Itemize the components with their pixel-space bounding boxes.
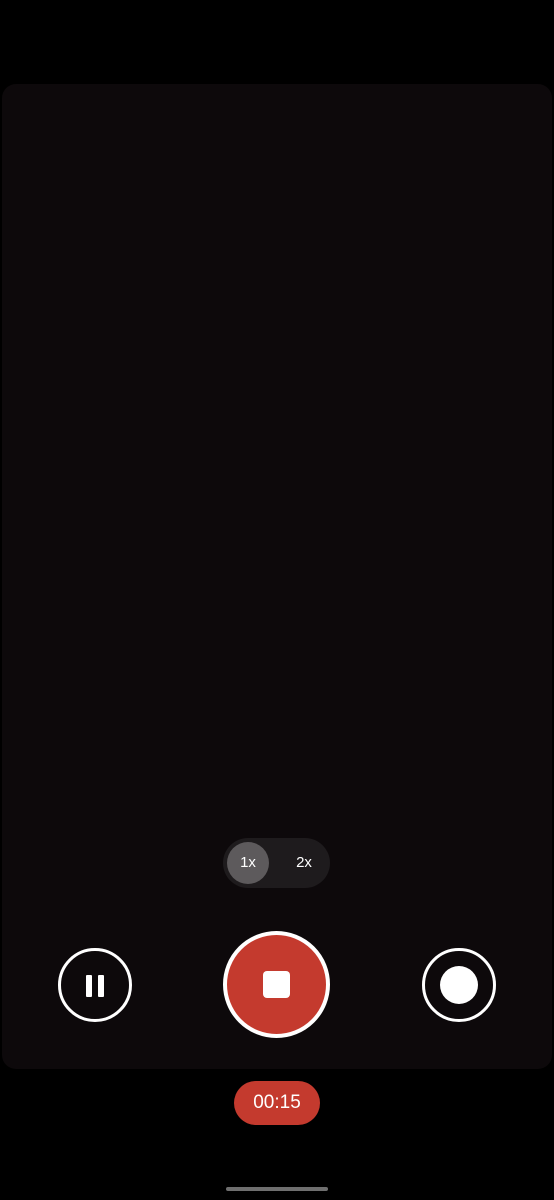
zoom-option-2x[interactable]: 2x xyxy=(283,842,325,884)
capture-photo-button[interactable] xyxy=(422,948,496,1022)
zoom-option-1x[interactable]: 1x xyxy=(227,842,269,884)
stop-icon xyxy=(263,971,290,998)
stop-recording-button[interactable] xyxy=(223,931,330,1038)
recording-timer: 00:15 xyxy=(234,1081,320,1125)
camera-viewfinder[interactable] xyxy=(2,84,552,1069)
home-indicator[interactable] xyxy=(226,1187,328,1191)
pause-button[interactable] xyxy=(58,948,132,1022)
capture-photo-icon xyxy=(440,966,478,1004)
zoom-selector: 1x 2x xyxy=(223,838,330,888)
